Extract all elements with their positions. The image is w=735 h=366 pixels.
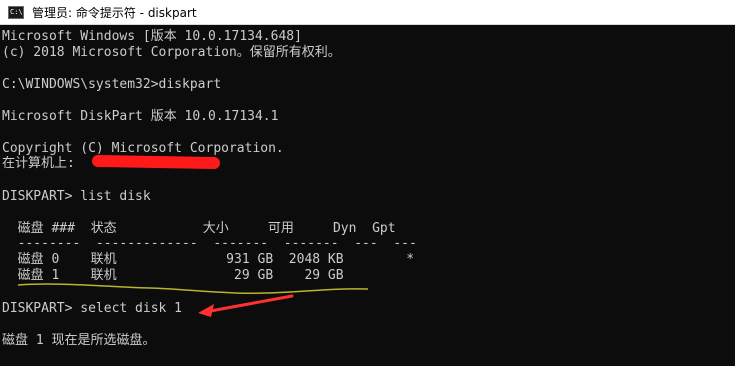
annotation-overlay [17,283,369,317]
highlight-underline [17,283,369,294]
red-arrow-icon [198,294,294,317]
